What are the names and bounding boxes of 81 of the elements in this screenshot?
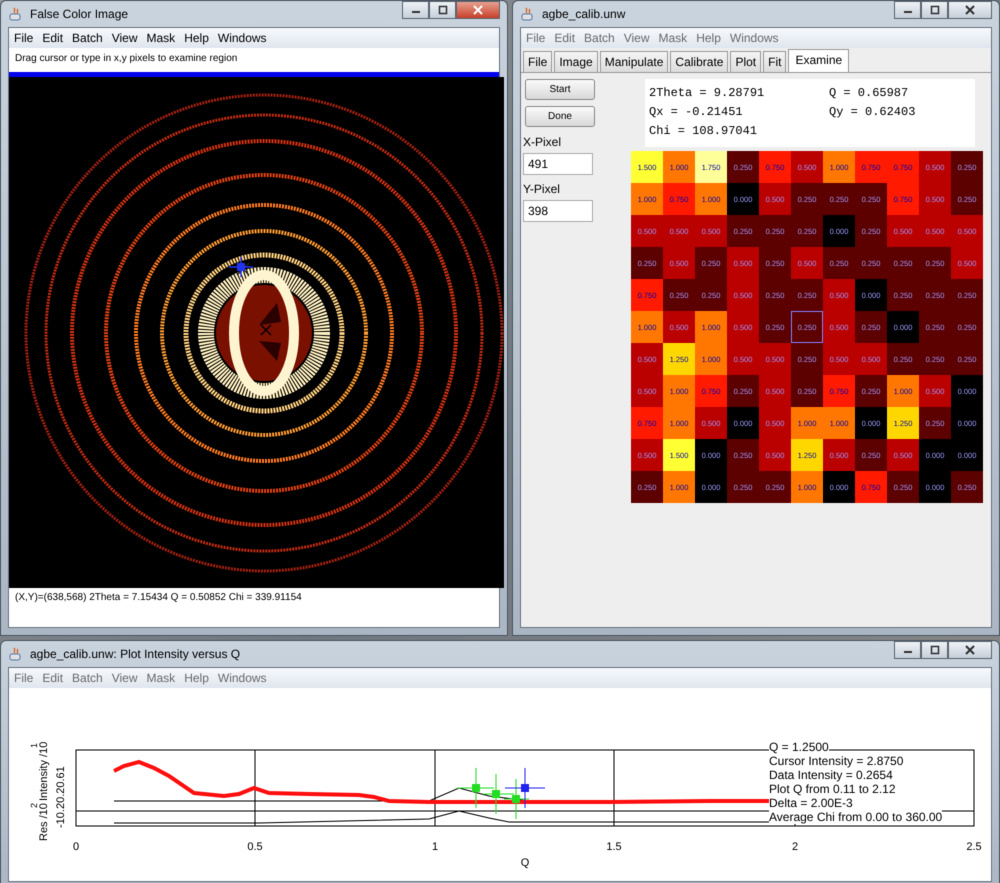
close-icon xyxy=(473,5,483,15)
info-text: Cursor Intensity = 2.8750 xyxy=(769,754,904,768)
menu-item[interactable]: Mask xyxy=(658,31,688,45)
tab[interactable]: Image xyxy=(554,51,598,72)
menu-item[interactable]: View xyxy=(624,31,650,45)
menu-item[interactable]: Batch xyxy=(72,671,103,685)
menu-item[interactable]: Batch xyxy=(584,31,615,45)
tab[interactable]: File xyxy=(523,51,552,72)
menu-item[interactable]: Windows xyxy=(218,31,267,45)
info-text: Q = 1.2500 xyxy=(769,740,829,754)
axis-label: Res /10 xyxy=(38,803,50,841)
close-button[interactable] xyxy=(948,1,992,19)
menu-item[interactable]: Help xyxy=(184,31,209,45)
menu-item[interactable]: Mask xyxy=(146,671,176,685)
hint-text: Drag cursor or type in x,y pixels to examine region xyxy=(14,52,238,66)
menu-item[interactable]: File xyxy=(526,31,546,45)
readout-text: Chi = 108.97041 xyxy=(649,124,758,138)
menu-item[interactable]: Batch xyxy=(72,31,103,45)
menu-item[interactable]: Mask xyxy=(146,31,176,45)
window-title: False Color Image xyxy=(30,7,128,21)
action-button[interactable]: Start xyxy=(525,79,595,100)
exponent-label: 2 xyxy=(29,802,39,808)
cursor-marker xyxy=(504,768,546,808)
close-icon xyxy=(965,645,975,655)
peak-marker xyxy=(482,774,514,814)
maximize-button[interactable] xyxy=(921,1,948,19)
menu-item[interactable]: Help xyxy=(184,671,209,685)
axis-tick-label: 2.5 xyxy=(966,841,982,853)
menu-item[interactable]: File xyxy=(14,671,34,685)
maximize-button[interactable] xyxy=(429,1,456,19)
tab[interactable]: Calibrate xyxy=(670,51,728,72)
readout-text: Q = 0.65987 xyxy=(829,86,908,100)
peak-marker xyxy=(504,778,530,820)
info-text: Delta = 2.00E-3 xyxy=(769,796,853,810)
status-text: (X,Y)=(638,568) 2Theta = 7.15434 Q = 0.50852 Chi = 339.91154 xyxy=(14,591,303,605)
close-button[interactable] xyxy=(948,641,992,659)
menu-item[interactable]: Edit xyxy=(42,671,64,685)
axis-tick-label: 0.5 xyxy=(247,841,263,853)
axis-label: Intensity /10 xyxy=(38,742,50,801)
info-text: Data Intensity = 0.2654 xyxy=(769,768,893,782)
field-label: X-Pixel xyxy=(523,135,562,149)
menu-item[interactable]: Edit xyxy=(554,31,576,45)
close-button[interactable] xyxy=(456,1,500,19)
input-field[interactable]: 491 xyxy=(523,153,593,175)
readout-text: Qy = 0.62403 xyxy=(829,104,916,118)
tab[interactable]: Plot xyxy=(730,51,762,72)
info-text: Plot Q from 0.11 to 2.12 xyxy=(769,782,896,796)
menu-item[interactable]: View xyxy=(112,31,138,45)
minimize-button[interactable] xyxy=(894,641,921,659)
menu-item[interactable]: Edit xyxy=(42,31,64,45)
axis-tick-label: 1.5 xyxy=(606,841,622,853)
close-icon xyxy=(965,5,975,15)
field-label: Y-Pixel xyxy=(523,182,561,196)
axis-label: Q xyxy=(520,857,530,869)
readout-text: Qx = -0.21451 xyxy=(649,104,744,118)
exponent-label: 1 xyxy=(29,742,39,748)
minimize-button[interactable] xyxy=(894,1,921,19)
maximize-button[interactable] xyxy=(921,641,948,659)
axis-tick-label: 0 xyxy=(72,841,80,853)
window-title: agbe_calib.unw xyxy=(542,7,626,21)
window-title: agbe_calib.unw: Plot Intensity versus Q xyxy=(30,647,240,661)
minimize-button[interactable] xyxy=(402,1,429,19)
axis-tick-label: -10.20.20.61 xyxy=(55,766,67,828)
readout-text: 2Theta = 9.28791 xyxy=(649,86,766,100)
tab[interactable]: Examine xyxy=(788,49,850,72)
maximize-icon xyxy=(930,5,940,15)
action-button[interactable]: Done xyxy=(525,106,595,127)
maximize-icon xyxy=(438,5,448,15)
input-field[interactable]: 398 xyxy=(523,200,593,222)
menu-item[interactable]: Windows xyxy=(218,671,267,685)
maximize-icon xyxy=(930,645,940,655)
tab[interactable]: Manipulate xyxy=(600,51,668,72)
menu-item[interactable]: Help xyxy=(696,31,721,45)
menu-item[interactable]: View xyxy=(112,671,138,685)
menu-item[interactable]: File xyxy=(14,31,34,45)
info-text: Average Chi from 0.00 to 360.00 xyxy=(769,810,942,824)
axis-tick-label: 1 xyxy=(432,841,438,853)
tab[interactable]: Fit xyxy=(763,51,786,72)
menu-item[interactable]: Windows xyxy=(730,31,779,45)
peak-marker xyxy=(456,768,494,808)
axis-tick-label: 2 xyxy=(792,841,798,853)
